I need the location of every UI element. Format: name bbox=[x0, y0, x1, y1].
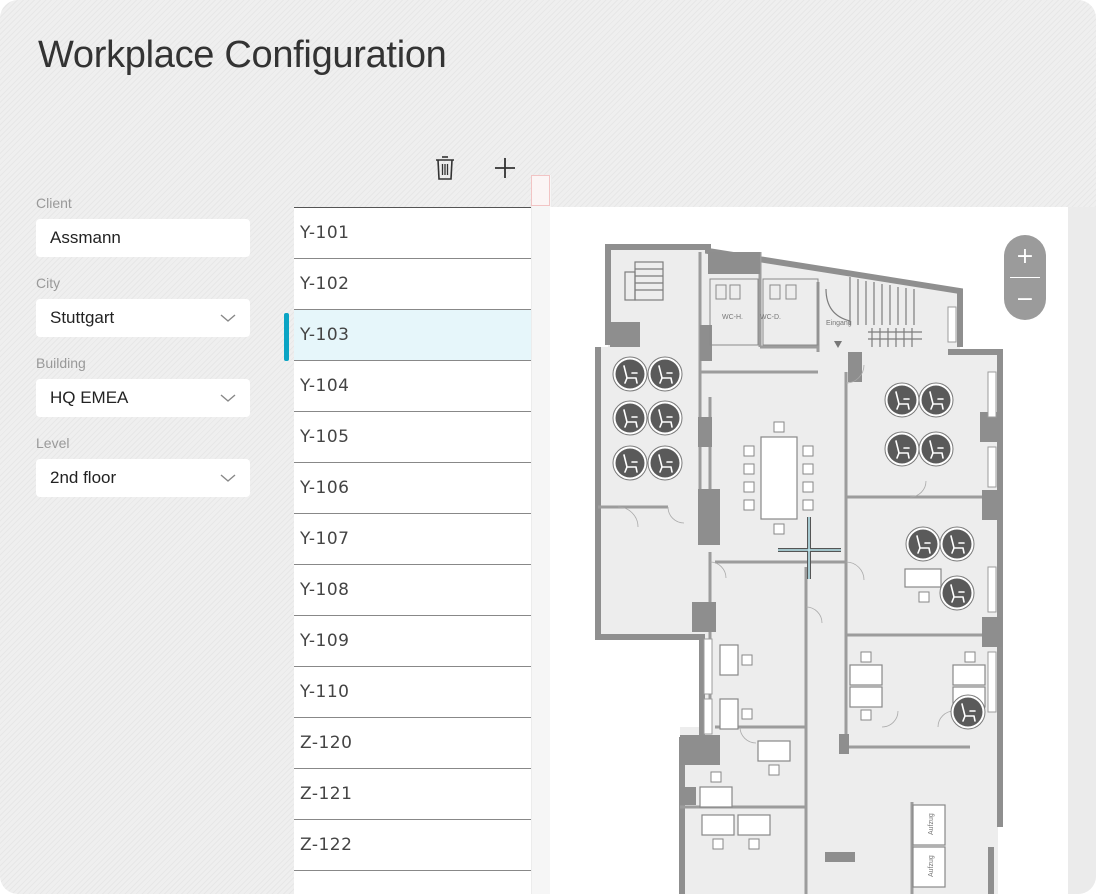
client-field[interactable]: Assmann bbox=[36, 219, 250, 257]
lift-label-2: Aufzug bbox=[928, 855, 935, 877]
chevron-down-icon bbox=[220, 474, 236, 482]
room-list-item[interactable]: Z-120 bbox=[294, 718, 531, 769]
room-list-item[interactable]: Z-122 bbox=[294, 820, 531, 871]
room-list-item[interactable]: Y-106 bbox=[294, 463, 531, 514]
room-list-item[interactable]: Y-105 bbox=[294, 412, 531, 463]
page-title: Workplace Configuration bbox=[38, 34, 447, 76]
city-value: Stuttgart bbox=[50, 308, 115, 327]
client-label: Client bbox=[36, 195, 72, 211]
floor-plan-map[interactable]: WC-H. WC-D. Eingang Aufzug Aufzug bbox=[550, 207, 1068, 894]
chevron-down-icon bbox=[220, 394, 236, 402]
chevron-down-icon bbox=[220, 314, 236, 322]
building-value: HQ EMEA bbox=[50, 388, 129, 407]
room-list-item[interactable]: Y-101 bbox=[294, 208, 531, 259]
wc-d-label: WC-D. bbox=[760, 314, 781, 321]
map-scroll-gutter bbox=[1068, 207, 1096, 894]
trash-icon bbox=[436, 156, 454, 180]
entrance-label: Eingang bbox=[826, 320, 852, 327]
room-list-item[interactable]: Y-103 bbox=[294, 310, 531, 361]
level-select[interactable]: 2nd floor bbox=[36, 459, 250, 497]
client-value: Assmann bbox=[50, 228, 121, 247]
pane-splitter[interactable] bbox=[531, 175, 552, 894]
room-list-item[interactable]: Y-108 bbox=[294, 565, 531, 616]
level-label: Level bbox=[36, 435, 70, 451]
floor-plan: WC-H. WC-D. Eingang Aufzug Aufzug bbox=[595, 244, 1003, 894]
app-window: Workplace Configuration Client Assmann C… bbox=[0, 0, 1096, 894]
lift-label-1: Aufzug bbox=[928, 813, 935, 835]
add-room-button[interactable] bbox=[488, 150, 522, 186]
building-label: Building bbox=[36, 355, 86, 371]
room-list-item[interactable]: Y-109 bbox=[294, 616, 531, 667]
zoom-control: + − bbox=[1004, 235, 1046, 320]
building-select[interactable]: HQ EMEA bbox=[36, 379, 250, 417]
zoom-out-button[interactable]: − bbox=[1004, 278, 1046, 320]
room-list-item[interactable]: Y-104 bbox=[294, 361, 531, 412]
zoom-in-button[interactable]: + bbox=[1004, 235, 1046, 277]
room-list-item[interactable]: Y-102 bbox=[294, 259, 531, 310]
level-value: 2nd floor bbox=[50, 468, 117, 487]
city-label: City bbox=[36, 275, 61, 291]
room-list: Y-101 Y-102 Y-103 Y-104 Y-105 Y-106 Y-107 Y-108… bbox=[294, 207, 531, 894]
city-select[interactable]: Stuttgart bbox=[36, 299, 250, 337]
room-list-item[interactable]: Y-107 bbox=[294, 514, 531, 565]
delete-room-button[interactable] bbox=[428, 150, 462, 186]
plus-icon bbox=[495, 158, 515, 178]
selection-indicator bbox=[284, 313, 289, 361]
wc-h-label: WC-H. bbox=[722, 314, 743, 321]
room-list-item[interactable]: Z-121 bbox=[294, 769, 531, 820]
room-list-item[interactable]: Y-110 bbox=[294, 667, 531, 718]
splitter-handle[interactable] bbox=[531, 175, 550, 206]
